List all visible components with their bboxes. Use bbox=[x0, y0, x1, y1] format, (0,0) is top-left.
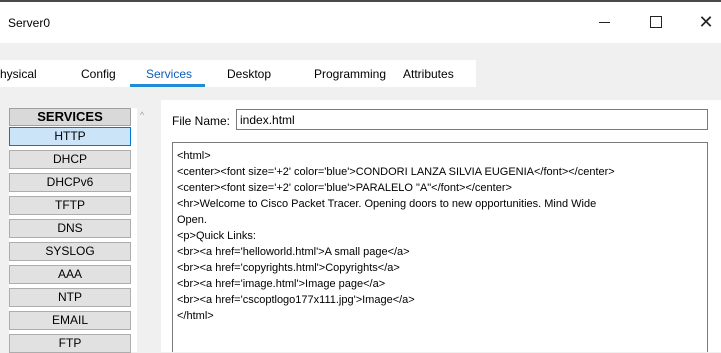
close-button[interactable]: ✕ bbox=[683, 8, 721, 36]
service-ftp[interactable]: FTP bbox=[9, 334, 131, 353]
service-http[interactable]: HTTP bbox=[9, 127, 131, 146]
file-name-input[interactable] bbox=[236, 109, 708, 130]
editor-line: <hr>Welcome to Cisco Packet Tracer. Open… bbox=[177, 198, 597, 210]
tab-desktop[interactable]: Desktop bbox=[227, 67, 271, 81]
tab-attributes[interactable]: Attributes bbox=[403, 67, 454, 81]
editor-line: <br><a href='cscoptlogo177x111.jpg'>Imag… bbox=[177, 294, 415, 306]
editor-line: <html> bbox=[177, 150, 211, 162]
service-syslog[interactable]: SYSLOG bbox=[9, 242, 131, 261]
editor-line: </html> bbox=[177, 310, 214, 322]
service-email[interactable]: EMAIL bbox=[9, 311, 131, 330]
service-dhcpv6[interactable]: DHCPv6 bbox=[9, 173, 131, 192]
maximize-icon bbox=[650, 16, 662, 28]
editor-line: <br><a href='copyrights.html'>Copyrights… bbox=[177, 262, 400, 274]
service-dhcp[interactable]: DHCP bbox=[9, 150, 131, 169]
minimize-icon bbox=[598, 21, 610, 23]
tab-physical[interactable]: hysical bbox=[0, 67, 37, 81]
close-icon: ✕ bbox=[698, 11, 714, 32]
editor-line: <br><a href='helloworld.html'>A small pa… bbox=[177, 246, 410, 258]
window-title: Server0 bbox=[8, 16, 51, 30]
editor-line: <br><a href='image.html'>Image page</a> bbox=[177, 278, 386, 290]
maximize-button[interactable] bbox=[633, 8, 679, 36]
minimize-button[interactable] bbox=[581, 8, 627, 36]
tab-services[interactable]: Services bbox=[146, 67, 192, 81]
service-aaa[interactable]: AAA bbox=[9, 265, 131, 284]
editor-line: Open. bbox=[177, 214, 207, 226]
service-tftp[interactable]: TFTP bbox=[9, 196, 131, 215]
services-header: SERVICES bbox=[9, 108, 131, 126]
service-ntp[interactable]: NTP bbox=[9, 288, 131, 307]
editor-line: <center><font size='+2' color='blue'>PAR… bbox=[177, 182, 512, 194]
service-dns[interactable]: DNS bbox=[9, 219, 131, 238]
tab-config[interactable]: Config bbox=[81, 67, 116, 81]
scroll-up-icon[interactable]: ^ bbox=[137, 110, 147, 120]
editor-line: <p>Quick Links: bbox=[177, 230, 256, 242]
active-tab-indicator bbox=[130, 84, 205, 87]
services-scrollbar[interactable] bbox=[137, 108, 147, 352]
file-name-label: File Name: bbox=[172, 114, 231, 128]
editor-line: <center><font size='+2' color='blue'>CON… bbox=[177, 166, 615, 178]
tab-programming[interactable]: Programming bbox=[314, 67, 386, 81]
